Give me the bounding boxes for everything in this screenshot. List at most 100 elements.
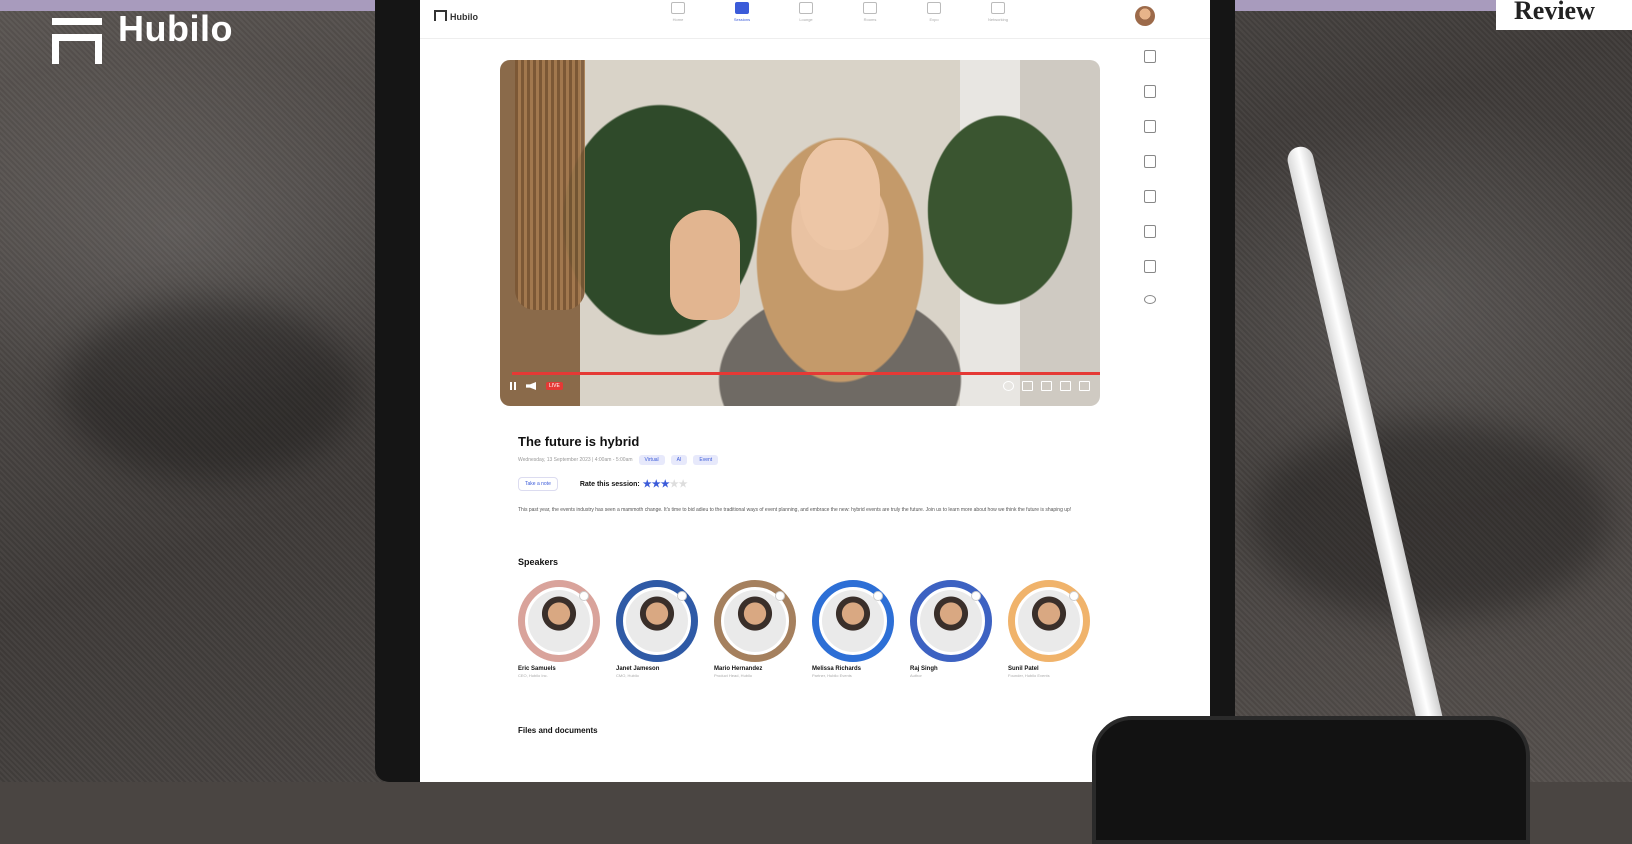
brand-logo: Hubilo — [52, 0, 272, 70]
speaker-avatar[interactable] — [714, 580, 796, 662]
star-icon[interactable]: ★ — [679, 479, 688, 490]
tablet-screen: Hubilo Home Sessions Lounge Rooms Expo N… — [420, 0, 1210, 782]
lounge-icon — [799, 2, 813, 14]
trophy-icon[interactable] — [1144, 120, 1156, 133]
gift-icon[interactable] — [1144, 155, 1156, 168]
session-tag[interactable]: Virtual — [638, 455, 665, 465]
rating-row: Rate this session: ★★★★★ — [580, 479, 688, 490]
video-speaker-hand — [670, 210, 740, 320]
take-note-button[interactable]: Take a note — [518, 477, 558, 491]
speaker-avatar[interactable] — [616, 580, 698, 662]
speaker-name: Mario Hernandez — [714, 666, 763, 672]
review-label: Review — [1496, 0, 1632, 30]
app-logo[interactable]: Hubilo — [434, 10, 478, 22]
files-icon[interactable] — [1144, 260, 1156, 273]
video-progress-bar[interactable] — [512, 372, 1100, 375]
calendar-icon[interactable] — [1144, 50, 1156, 63]
nav-item-rooms[interactable]: Rooms — [852, 2, 888, 22]
video-speaker-face — [800, 140, 880, 250]
live-badge: LIVE — [546, 382, 563, 390]
fullscreen-icon[interactable] — [1079, 381, 1090, 391]
rating-stars: ★★★★★ — [643, 479, 688, 490]
logo-icon — [434, 10, 447, 21]
video-progress-fill — [512, 372, 1100, 375]
session-title: The future is hybrid — [518, 434, 640, 449]
chat-icon[interactable] — [1144, 190, 1156, 203]
speaker-avatar[interactable] — [812, 580, 894, 662]
nav-item-expo[interactable]: Expo — [916, 2, 952, 22]
video-icon — [735, 2, 749, 14]
speaker-avatar[interactable] — [518, 580, 600, 662]
linkedin-icon[interactable] — [775, 591, 785, 601]
star-icon[interactable]: ★ — [643, 479, 652, 490]
speaker-card[interactable]: Melissa Richards Partner, Hubilo Events — [812, 580, 896, 678]
linkedin-icon[interactable] — [1069, 591, 1079, 601]
speakers-list: Eric Samuels CEO, Hubilo Inc. Janet Jameso… — [518, 580, 1092, 678]
linkedin-icon[interactable] — [579, 591, 589, 601]
settings-icon[interactable] — [1003, 381, 1014, 391]
session-meta: Wednesday, 13 September 2023 | 4:00am - … — [518, 455, 719, 465]
speaker-role: Product Head, Hubilo — [714, 673, 753, 678]
miniplayer-icon[interactable] — [1041, 381, 1052, 391]
top-navigation: Hubilo Home Sessions Lounge Rooms Expo N… — [420, 0, 1210, 39]
files-heading: Files and documents — [518, 726, 598, 735]
phone-device — [1092, 716, 1530, 844]
fabric-fold — [60, 300, 360, 480]
speaker-card[interactable]: Eric Samuels CEO, Hubilo Inc. — [518, 580, 602, 678]
session-datetime: Wednesday, 13 September 2023 | 4:00am - … — [518, 457, 633, 463]
right-sidebar — [1138, 50, 1162, 304]
video-lamp — [515, 60, 585, 310]
speakers-heading: Speakers — [518, 557, 559, 567]
nav-item-networking[interactable]: Networking — [980, 2, 1016, 22]
speaker-avatar[interactable] — [910, 580, 992, 662]
theater-icon[interactable] — [1060, 381, 1071, 391]
captions-icon[interactable] — [1022, 381, 1033, 391]
session-actions: Take a note Rate this session: ★★★★★ — [518, 477, 688, 491]
video-player[interactable]: LIVE — [500, 60, 1100, 406]
speaker-name: Janet Jameson — [616, 666, 660, 672]
hubilo-logo-icon — [52, 18, 102, 64]
speaker-role: CMO, Hubilo — [616, 673, 639, 678]
linkedin-icon[interactable] — [971, 591, 981, 601]
nav-item-home[interactable]: Home — [660, 2, 696, 22]
speaker-name: Raj Singh — [910, 666, 938, 672]
nav-items: Home Sessions Lounge Rooms Expo Networki… — [660, 2, 1016, 22]
poll-icon[interactable] — [1144, 225, 1156, 238]
speaker-role: Founder, Hubilo Events — [1008, 673, 1050, 678]
star-icon[interactable]: ★ — [652, 479, 661, 490]
session-description: This past year, the events industry has … — [518, 507, 1072, 513]
session-tag[interactable]: AI — [670, 455, 688, 465]
rate-label: Rate this session: — [579, 480, 640, 488]
speaker-name: Melissa Richards — [812, 666, 862, 672]
linkedin-icon[interactable] — [677, 591, 687, 601]
speaker-card[interactable]: Mario Hernandez Product Head, Hubilo — [714, 580, 798, 678]
video-right-controls — [1003, 381, 1090, 391]
fabric-fold — [1250, 420, 1610, 620]
speaker-role: Partner, Hubilo Events — [812, 673, 852, 678]
rooms-icon — [863, 2, 877, 14]
star-icon[interactable]: ★ — [661, 479, 670, 490]
user-avatar[interactable] — [1135, 6, 1155, 26]
speaker-card[interactable]: Janet Jameson CMO, Hubilo — [616, 580, 700, 678]
eye-icon[interactable] — [1144, 295, 1156, 304]
session-tag[interactable]: Event — [693, 455, 719, 465]
speaker-card[interactable]: Sunil Patel Founder, Hubilo Events — [1008, 580, 1092, 678]
brand-name: Hubilo — [118, 8, 233, 49]
speaker-role: CEO, Hubilo Inc. — [518, 673, 548, 678]
video-controls: LIVE — [510, 378, 1090, 394]
speaker-name: Sunil Patel — [1008, 666, 1039, 672]
nav-item-sessions[interactable]: Sessions — [724, 2, 760, 22]
linkedin-icon[interactable] — [873, 591, 883, 601]
expo-icon — [927, 2, 941, 14]
pause-icon[interactable] — [510, 382, 516, 390]
volume-icon[interactable] — [526, 382, 536, 390]
people-icon[interactable] — [1144, 85, 1156, 98]
star-icon[interactable]: ★ — [670, 479, 679, 490]
networking-icon — [991, 2, 1005, 14]
speaker-name: Eric Samuels — [518, 666, 556, 672]
speaker-role: Author — [910, 673, 922, 678]
home-icon — [671, 2, 685, 14]
speaker-avatar[interactable] — [1008, 580, 1090, 662]
speaker-card[interactable]: Raj Singh Author — [910, 580, 994, 678]
nav-item-lounge[interactable]: Lounge — [788, 2, 824, 22]
